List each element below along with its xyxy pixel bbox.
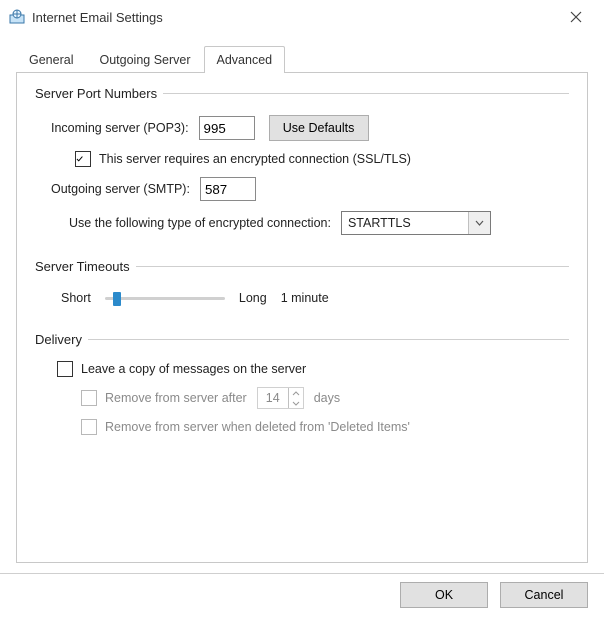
- encryption-type-select[interactable]: STARTTLS: [341, 211, 491, 235]
- leave-copy-checkbox[interactable]: [57, 361, 73, 377]
- ok-button[interactable]: OK: [400, 582, 488, 608]
- close-icon: [570, 11, 582, 23]
- group-server-timeouts: Server Timeouts Short Long 1 minute: [35, 259, 569, 318]
- group-legend-delivery: Delivery: [35, 332, 88, 347]
- group-delivery: Delivery Leave a copy of messages on the…: [35, 332, 569, 445]
- ssl-checkbox-label: This server requires an encrypted connec…: [99, 152, 411, 166]
- tab-advanced[interactable]: Advanced: [204, 46, 286, 73]
- remove-after-unit: days: [314, 391, 340, 405]
- dialog-footer: OK Cancel: [0, 573, 604, 622]
- chevron-up-icon: [292, 391, 300, 396]
- cancel-button[interactable]: Cancel: [500, 582, 588, 608]
- check-icon: [76, 153, 83, 165]
- timeout-long-label: Long: [239, 291, 267, 305]
- remove-after-value: 14: [258, 391, 288, 405]
- remove-after-spinner: 14: [257, 387, 304, 409]
- email-settings-dialog: Internet Email Settings General Outgoing…: [0, 0, 604, 622]
- incoming-server-label: Incoming server (POP3):: [51, 121, 189, 135]
- remove-after-label: Remove from server after: [105, 391, 247, 405]
- remove-when-deleted-label: Remove from server when deleted from 'De…: [105, 420, 410, 434]
- group-legend-timeouts: Server Timeouts: [35, 259, 136, 274]
- timeout-value-label: 1 minute: [281, 291, 329, 305]
- tab-content-advanced: Server Port Numbers Incoming server (POP…: [16, 72, 588, 563]
- group-server-port-numbers: Server Port Numbers Incoming server (POP…: [35, 86, 569, 245]
- window-title: Internet Email Settings: [32, 10, 556, 25]
- spinner-up: [289, 388, 303, 398]
- remove-after-checkbox: [81, 390, 97, 406]
- spinner-down: [289, 398, 303, 408]
- encryption-type-label: Use the following type of encrypted conn…: [69, 216, 331, 230]
- outgoing-server-label: Outgoing server (SMTP):: [51, 182, 190, 196]
- tab-outgoing-server[interactable]: Outgoing Server: [86, 46, 203, 73]
- use-defaults-button[interactable]: Use Defaults: [269, 115, 369, 141]
- app-icon: [8, 8, 26, 26]
- slider-thumb[interactable]: [113, 292, 121, 306]
- encryption-type-value: STARTTLS: [348, 216, 468, 230]
- close-button[interactable]: [556, 5, 596, 29]
- outgoing-server-port-input[interactable]: [200, 177, 256, 201]
- dropdown-arrow: [468, 212, 490, 234]
- timeout-short-label: Short: [61, 291, 91, 305]
- leave-copy-label: Leave a copy of messages on the server: [81, 362, 306, 376]
- ssl-checkbox[interactable]: [75, 151, 91, 167]
- title-bar: Internet Email Settings: [0, 0, 604, 34]
- incoming-server-port-input[interactable]: [199, 116, 255, 140]
- tab-general[interactable]: General: [16, 46, 86, 73]
- timeout-slider[interactable]: [105, 288, 225, 308]
- tab-strip: General Outgoing Server Advanced: [0, 34, 604, 73]
- chevron-down-icon: [475, 220, 484, 226]
- chevron-down-icon: [292, 401, 300, 406]
- remove-when-deleted-checkbox: [81, 419, 97, 435]
- group-legend-ports: Server Port Numbers: [35, 86, 163, 101]
